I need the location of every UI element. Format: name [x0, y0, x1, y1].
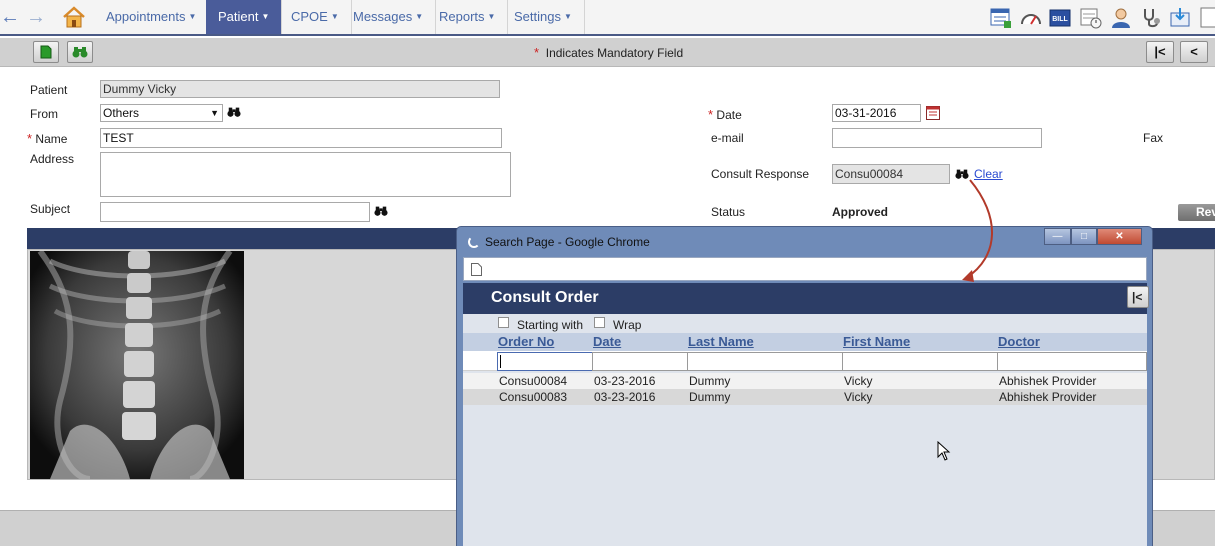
nav-messages[interactable]: Messages ▼: [341, 0, 437, 34]
nav-patient[interactable]: Patient ▼: [206, 0, 283, 34]
address-label: Address: [30, 152, 75, 166]
review-button[interactable]: Rev: [1178, 204, 1215, 221]
nav-settings[interactable]: Settings ▼: [502, 0, 585, 34]
patient-field: Dummy Vicky: [100, 80, 500, 98]
cell-order-no: Consu00083: [499, 390, 568, 404]
cell-doctor: Abhishek Provider: [999, 374, 1097, 388]
first-page-button[interactable]: |<: [1127, 286, 1149, 308]
mandatory-star: *: [534, 45, 540, 60]
calendar-icon[interactable]: [926, 106, 940, 120]
results-column-headers: Order No Date Last Name First Name Docto…: [463, 333, 1147, 351]
subject-label: Subject: [30, 202, 71, 216]
popup-address-bar[interactable]: [463, 257, 1147, 281]
address-textarea[interactable]: [100, 152, 511, 197]
mandatory-field-note: * Indicates Mandatory Field: [534, 45, 683, 60]
consult-order-title: Consult Order: [491, 289, 599, 306]
page-icon: [471, 263, 482, 276]
xray-graphic: [30, 251, 244, 479]
inbox-icon[interactable]: [1170, 7, 1192, 29]
loading-spinner-icon: [468, 236, 480, 248]
cell-date: 03-23-2016: [594, 390, 656, 404]
column-header-date[interactable]: Date: [593, 334, 621, 349]
nav-appointments[interactable]: Appointments ▼: [94, 0, 210, 34]
search-popup-window: Search Page - Google Chrome — □ ✕ Consul…: [456, 226, 1153, 546]
back-arrow-icon[interactable]: ←: [0, 6, 20, 28]
top-navigation-bar: ← → Appointments ▼ Patient ▼ CPOE ▼ Message…: [0, 0, 1215, 36]
subject-input[interactable]: [100, 202, 370, 222]
schedule-icon[interactable]: [1080, 7, 1102, 29]
patient-label: Patient: [30, 83, 68, 97]
gauge-icon[interactable]: [1020, 7, 1042, 29]
starting-with-checkbox[interactable]: [498, 317, 509, 328]
status-label: Status: [711, 205, 746, 219]
wrap-label: Wrap: [613, 318, 642, 332]
table-row[interactable]: Consu00084 03-23-2016 Dummy Vicky Abhish…: [463, 373, 1147, 389]
new-document-button[interactable]: [33, 41, 59, 63]
calendar-list-icon[interactable]: [990, 7, 1012, 29]
dropdown-arrow-icon: ▼: [210, 108, 219, 118]
from-label: From: [30, 107, 58, 121]
page-toolbar: * Indicates Mandatory Field |< <: [0, 38, 1215, 67]
maximize-button[interactable]: □: [1071, 228, 1097, 245]
popup-window-title: Search Page - Google Chrome: [485, 235, 650, 249]
forward-arrow-icon[interactable]: →: [26, 6, 46, 28]
cell-doctor: Abhishek Provider: [999, 390, 1097, 404]
column-header-doctor[interactable]: Doctor: [998, 334, 1040, 349]
filter-first-name-input[interactable]: [842, 352, 998, 371]
from-select[interactable]: Others ▼: [100, 104, 223, 122]
filter-order-no-input[interactable]: [497, 352, 593, 371]
binoculars-icon: [72, 47, 88, 58]
cell-first-name: Vicky: [844, 374, 873, 388]
nav-reports[interactable]: Reports ▼: [427, 0, 509, 34]
user-icon[interactable]: [1110, 7, 1132, 29]
status-value: Approved: [832, 205, 889, 219]
mandatory-note-text: Indicates Mandatory Field: [545, 46, 684, 60]
cell-first-name: Vicky: [844, 390, 873, 404]
cell-last-name: Dummy: [689, 374, 731, 388]
cell-last-name: Dummy: [689, 390, 731, 404]
minimize-button[interactable]: —: [1044, 228, 1071, 245]
name-required-star: *: [27, 131, 33, 146]
filter-date-input[interactable]: [592, 352, 688, 371]
column-header-last-name[interactable]: Last Name: [688, 334, 754, 349]
date-input[interactable]: 03-31-2016: [832, 104, 921, 122]
first-record-button[interactable]: |<: [1146, 41, 1174, 63]
email-label: e-mail: [711, 131, 744, 145]
column-header-order-no[interactable]: Order No: [498, 334, 554, 349]
from-search-binoculars-icon[interactable]: [227, 105, 241, 119]
new-document-icon: [40, 45, 52, 59]
filter-doctor-input[interactable]: [997, 352, 1147, 371]
document-icon[interactable]: [1199, 7, 1215, 29]
filter-last-name-input[interactable]: [687, 352, 843, 371]
cell-order-no: Consu00084: [499, 374, 568, 388]
filter-row: [463, 351, 1147, 371]
cell-date: 03-23-2016: [594, 374, 656, 388]
name-label: * Name: [27, 131, 68, 146]
previous-record-button[interactable]: <: [1180, 41, 1208, 63]
annotation-arrow: [962, 179, 993, 282]
date-label: * Date: [708, 107, 742, 122]
table-row[interactable]: Consu00083 03-23-2016 Dummy Vicky Abhish…: [463, 389, 1147, 405]
consult-response-field: Consu00084: [832, 164, 950, 184]
bill-badge-text: BILL: [1052, 16, 1068, 23]
wrap-checkbox[interactable]: [594, 317, 605, 328]
mouse-cursor-icon: [937, 441, 951, 461]
popup-content: Consult Order |< Starting with Wrap Orde…: [463, 283, 1149, 546]
consult-order-header: Consult Order |<: [463, 283, 1149, 314]
email-input[interactable]: [832, 128, 1042, 148]
starting-with-label: Starting with: [517, 318, 584, 332]
close-button[interactable]: ✕: [1097, 228, 1142, 245]
date-required-star: *: [708, 107, 714, 122]
text-cursor: [500, 355, 501, 368]
name-input[interactable]: TEST: [100, 128, 502, 148]
consult-response-label: Consult Response: [711, 167, 810, 181]
fax-label: Fax: [1143, 131, 1164, 145]
subject-search-binoculars-icon[interactable]: [374, 204, 388, 218]
stethoscope-icon[interactable]: [1141, 7, 1163, 29]
search-button[interactable]: [67, 41, 93, 63]
column-header-first-name[interactable]: First Name: [843, 334, 910, 349]
bill-icon[interactable]: BILL: [1049, 7, 1071, 29]
home-icon[interactable]: [62, 6, 86, 28]
xray-image: [30, 251, 244, 479]
